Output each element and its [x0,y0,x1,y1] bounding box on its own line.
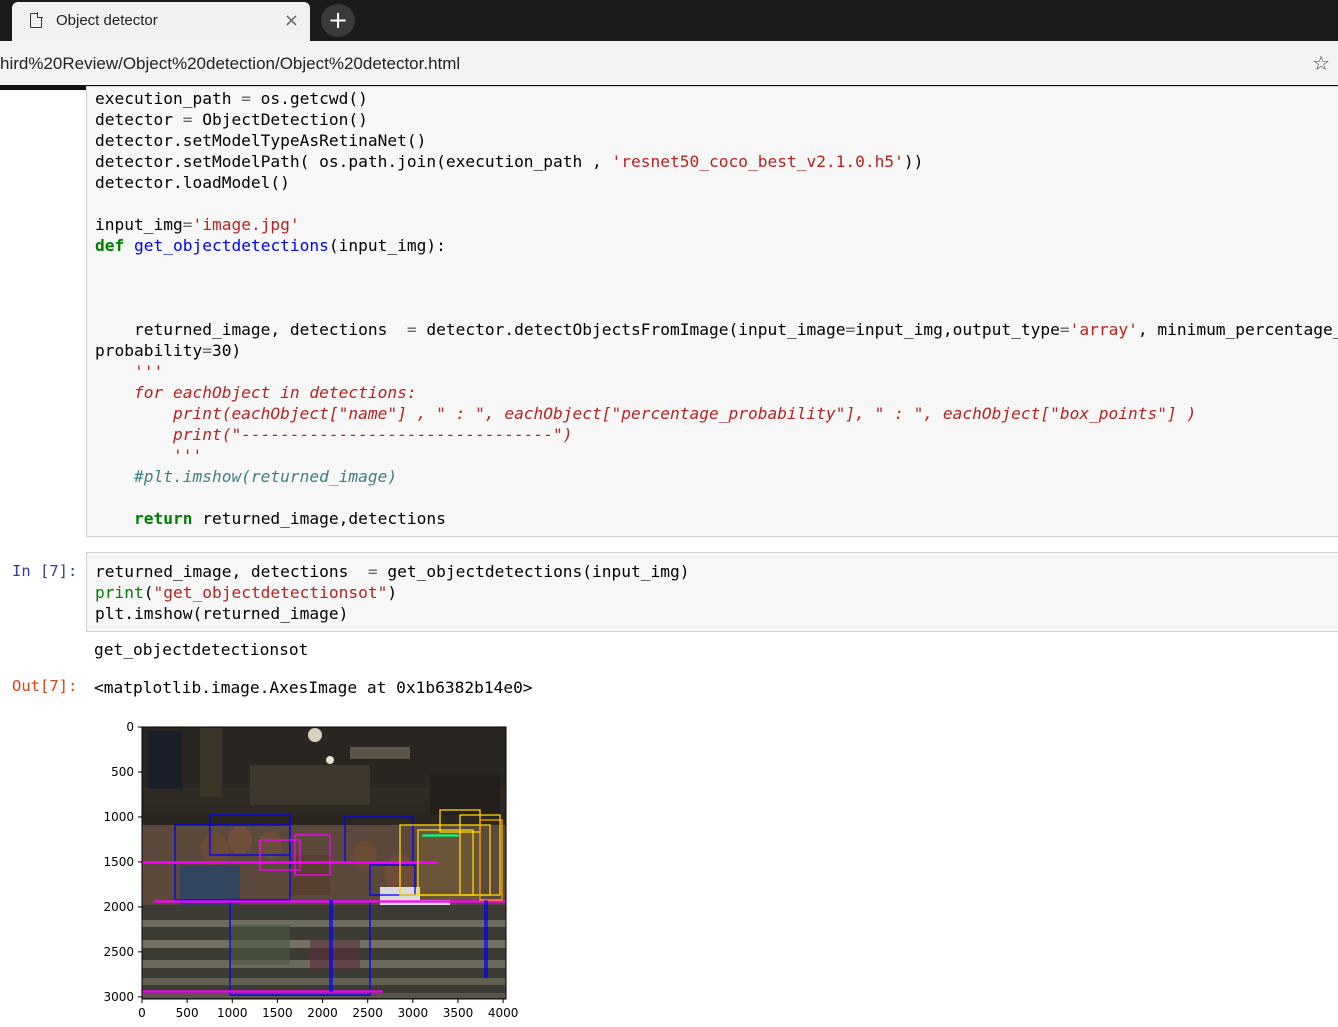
code-line: returned_image, detections = detector.de… [95,320,1338,339]
x-tick-label: 2500 [352,1006,383,1020]
code-line: def get_objectdetections(input_img): [95,236,446,255]
code-line: returned_image, detections = get_objectd… [95,562,690,581]
code-editor[interactable]: execution_path = os.getcwd() detector = … [95,88,1338,529]
code-line: #plt.imshow(returned_image) [133,467,398,486]
code-line: plt.imshow(returned_image) [95,604,349,623]
y-tick-label: 0 [126,720,134,734]
code-line: detector = ObjectDetection() [95,110,368,129]
x-axis-ticks: 0 500 1000 1500 2000 2500 3000 3500 4000 [138,999,518,1020]
code-line: ''' [133,362,164,381]
code-line: print(eachObject["name"] , " : ", eachOb… [95,404,1197,423]
y-tick-label: 2000 [103,900,134,914]
code-line: detector.setModelTypeAsRetinaNet() [95,131,427,150]
address-bar[interactable]: hird%20Review/Object%20detection/Object%… [0,41,1338,86]
x-tick-label: 3500 [443,1006,474,1020]
output-repr: <matplotlib.image.AxesImage at 0x1b6382b… [94,678,533,697]
code-line: return returned_image,detections [133,509,446,528]
code-line: for eachObject in detections: [95,383,417,402]
close-tab-icon[interactable]: × [284,10,299,31]
x-tick-label: 4000 [488,1006,519,1020]
in-prompt: In [7]: [12,562,78,580]
code-line: input_img='image.jpg' [95,215,300,234]
code-line: probability=30) [95,341,242,360]
code-line: detector.setModelPath( os.path.join(exec… [95,152,924,171]
tab-bar: Object detector × + [0,0,1338,41]
x-tick-label: 1500 [262,1006,293,1020]
out-prompt: Out[7]: [12,677,78,695]
y-tick-label: 2500 [103,945,134,959]
imshow-plot: 0 500 1000 1500 2000 2500 3000 3500 4000 0 500 100… [103,720,518,1020]
y-tick-label: 3000 [103,990,134,1004]
code-line: execution_path = os.getcwd() [95,89,368,108]
tab-title: Object detector [56,12,158,29]
y-tick-label: 1500 [103,855,134,869]
address-url[interactable]: hird%20Review/Object%20detection/Object%… [0,54,460,74]
new-tab-button[interactable]: + [321,4,355,37]
code-editor-7[interactable]: returned_image, detections = get_objectd… [95,561,690,624]
y-tick-label: 1000 [103,810,134,824]
page-icon [30,12,43,28]
code-line: detector.loadModel() [95,173,290,192]
x-tick-label: 1000 [217,1006,248,1020]
y-tick-label: 500 [111,765,134,779]
bookmark-star-icon[interactable]: ☆ [1312,51,1330,75]
code-line: ''' [95,446,203,465]
stdout-output: get_objectdetectionsot [94,640,309,659]
x-tick-label: 0 [138,1006,146,1020]
code-line: print("get_objectdetectionsot") [95,583,398,602]
browser-tab[interactable]: Object detector × [12,2,310,41]
y-axis-ticks: 0 500 1000 1500 2000 2500 3000 [103,720,142,1004]
x-tick-label: 500 [176,1006,199,1020]
x-tick-label: 2000 [307,1006,338,1020]
x-tick-label: 3000 [398,1006,429,1020]
code-line: print("--------------------------------"… [95,425,573,444]
